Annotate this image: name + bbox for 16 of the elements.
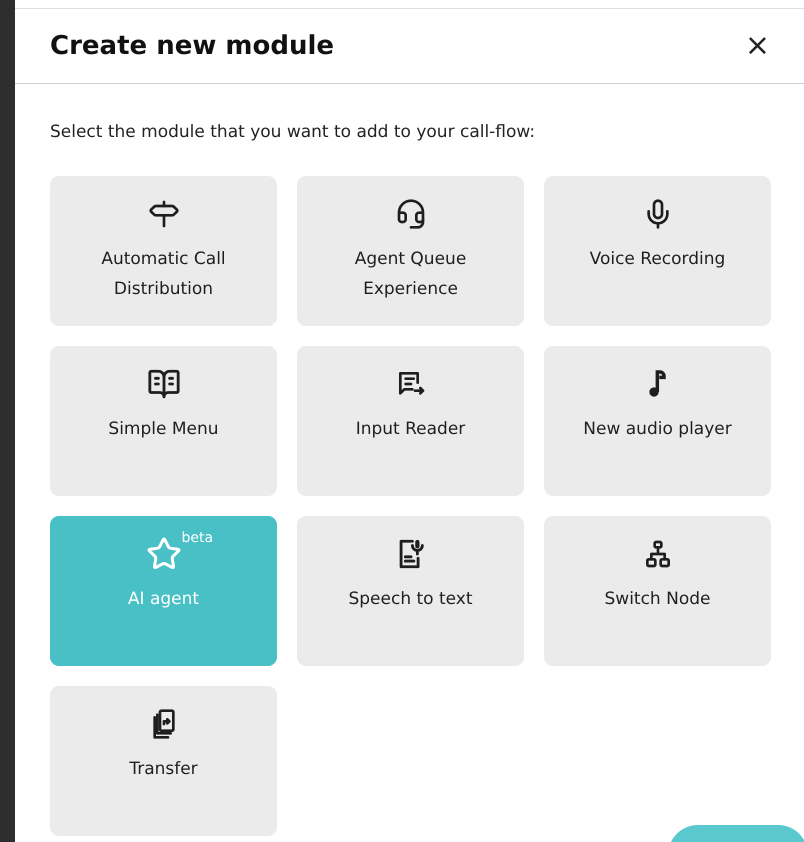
module-card[interactable]: Voice Recording xyxy=(544,176,771,326)
signpost-icon xyxy=(148,198,180,230)
headset-icon xyxy=(394,198,426,230)
module-card[interactable]: Automatic Call Distribution xyxy=(50,176,277,326)
dialog-title: Create new module xyxy=(50,31,334,61)
close-button[interactable]: × xyxy=(738,31,776,61)
module-card[interactable]: Agent Queue Experience xyxy=(297,176,524,326)
beta-label: beta xyxy=(182,530,214,546)
book-icon xyxy=(146,367,180,401)
module-card[interactable]: Simple Menu xyxy=(50,346,277,496)
module-card[interactable]: Input Reader xyxy=(297,346,524,496)
module-card[interactable]: Transfer xyxy=(50,686,277,836)
module-card[interactable]: New audio player xyxy=(544,346,771,496)
module-card[interactable]: Switch Node xyxy=(544,516,771,666)
module-card[interactable]: Speech to text xyxy=(297,516,524,666)
instruction-text: Select the module that you want to add to your call-flow: xyxy=(50,122,536,142)
